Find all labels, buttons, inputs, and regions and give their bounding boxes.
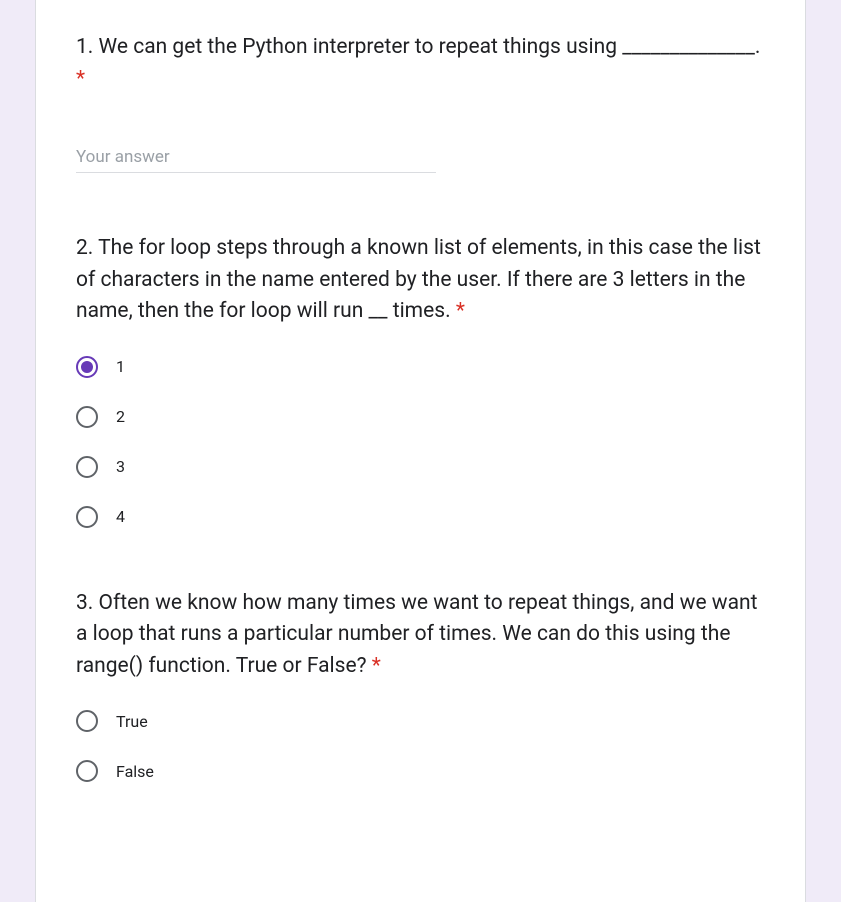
question-2-option-4[interactable]: 4 xyxy=(76,506,765,528)
radio-icon xyxy=(76,356,98,378)
option-label: 4 xyxy=(116,507,125,526)
question-2-text: 2. The for loop steps through a known li… xyxy=(76,236,761,323)
required-asterisk: * xyxy=(76,67,85,91)
question-1-title: 1. We can get the Python interpreter to … xyxy=(76,32,765,95)
question-3-option-true[interactable]: True xyxy=(76,710,765,732)
question-3-text: 3. Often we know how many times we want … xyxy=(76,591,757,678)
required-asterisk: * xyxy=(456,299,465,323)
radio-icon xyxy=(76,406,98,428)
question-3-option-false[interactable]: False xyxy=(76,760,765,782)
question-3-options: True False xyxy=(76,710,765,782)
question-2-option-3[interactable]: 3 xyxy=(76,456,765,478)
radio-icon xyxy=(76,456,98,478)
question-2-option-1[interactable]: 1 xyxy=(76,356,765,378)
question-1-input[interactable] xyxy=(76,139,436,173)
option-label: 3 xyxy=(116,457,125,476)
form-card: 1. We can get the Python interpreter to … xyxy=(35,0,806,902)
question-2-title: 2. The for loop steps through a known li… xyxy=(76,233,765,328)
required-asterisk: * xyxy=(372,654,381,678)
question-1: 1. We can get the Python interpreter to … xyxy=(76,32,765,173)
question-2-options: 1 2 3 4 xyxy=(76,356,765,528)
radio-icon xyxy=(76,760,98,782)
option-label: 1 xyxy=(116,357,125,376)
question-3: 3. Often we know how many times we want … xyxy=(76,588,765,783)
option-label: True xyxy=(116,712,148,731)
question-2: 2. The for loop steps through a known li… xyxy=(76,233,765,528)
option-label: False xyxy=(116,762,154,781)
radio-icon xyxy=(76,710,98,732)
question-1-text: 1. We can get the Python interpreter to … xyxy=(76,35,760,59)
question-3-title: 3. Often we know how many times we want … xyxy=(76,588,765,683)
option-label: 2 xyxy=(116,407,125,426)
radio-icon xyxy=(76,506,98,528)
question-2-option-2[interactable]: 2 xyxy=(76,406,765,428)
